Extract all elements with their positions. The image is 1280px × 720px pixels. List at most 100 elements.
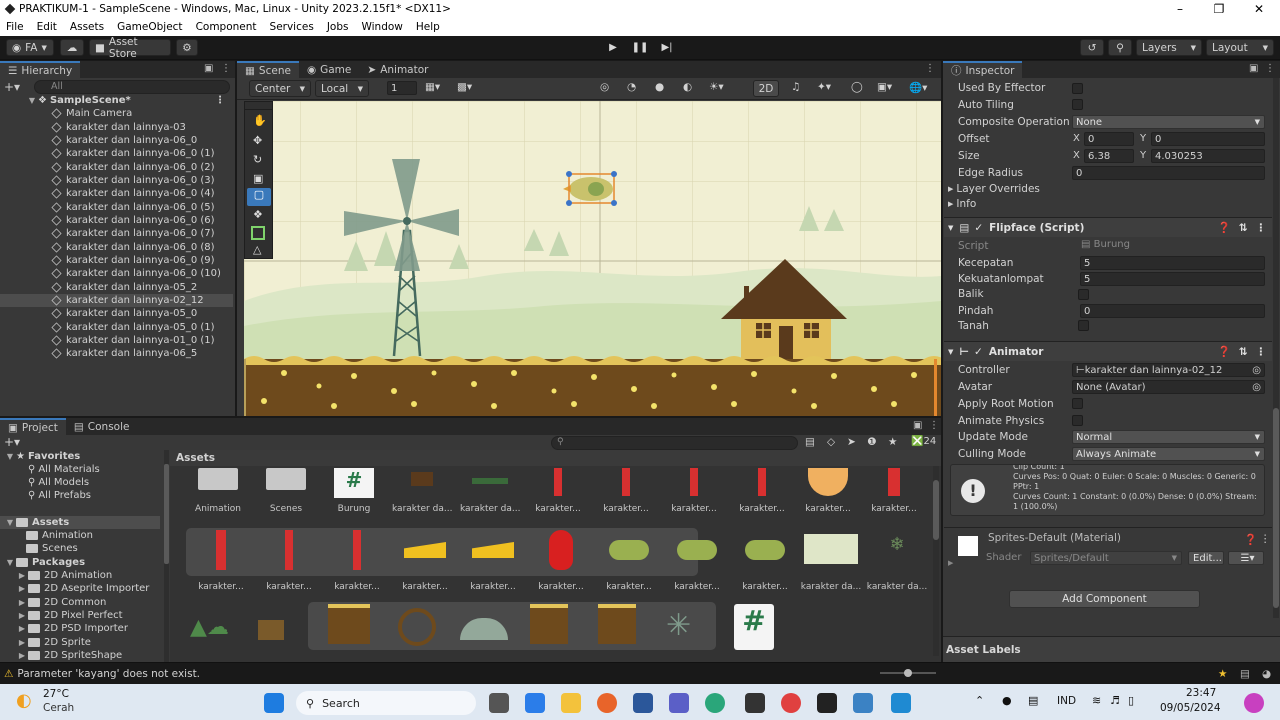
collider-edit-icon[interactable] <box>251 226 265 240</box>
gizmos-icon[interactable]: 🌐▾ <box>909 81 927 94</box>
tab-animator[interactable]: ➤ Animator <box>359 61 436 78</box>
layer-overrides-foldout[interactable]: ▶ Layer Overrides <box>948 181 1040 197</box>
menu-gameobject[interactable]: GameObject <box>111 21 189 33</box>
hierarchy-item[interactable]: karakter dan lainnya-05_0 <box>0 307 233 320</box>
package-item[interactable]: ▶ 2D Sprite <box>16 636 91 649</box>
windmill-thumb[interactable]: ✳ <box>666 608 691 643</box>
version-control-button[interactable]: ⚙ <box>176 39 198 56</box>
hierarchy-item[interactable]: karakter dan lainnya-02_12 <box>0 293 233 308</box>
audio-icon[interactable]: ♫ <box>791 81 800 93</box>
pivot-dropdown[interactable]: Center ▼ <box>249 80 311 97</box>
ground3-thumb[interactable] <box>598 604 636 644</box>
tile-thumb[interactable] <box>258 620 284 640</box>
info-foldout[interactable]: ▶ Info <box>948 196 976 212</box>
hierarchy-item[interactable]: karakter dan lainnya-06_0 (6) <box>0 214 233 227</box>
assets-scenes[interactable]: Scenes <box>26 542 78 555</box>
tanah-checkbox[interactable] <box>1078 320 1089 331</box>
avatar-field[interactable]: None (Avatar) ◎ <box>1072 380 1265 394</box>
auto-tiling-checkbox[interactable] <box>1072 99 1083 110</box>
more-icon[interactable]: ⋮ <box>1256 222 1267 234</box>
lock-icon[interactable]: ▣ <box>204 63 213 74</box>
asset-item[interactable]: karakter... <box>666 530 728 592</box>
shading-icon[interactable]: ◔ <box>627 81 636 93</box>
used-by-effector-checkbox[interactable] <box>1072 83 1083 94</box>
filter-type-icon[interactable]: ▤ <box>805 436 815 448</box>
visibility-icon[interactable]: ◯ <box>851 81 863 93</box>
moon-icon[interactable]: ◐ <box>683 81 692 93</box>
more-icon[interactable]: ⋮ <box>221 63 231 74</box>
root-motion-checkbox[interactable] <box>1072 398 1083 409</box>
hierarchy-search-input[interactable]: All <box>34 80 230 94</box>
taskbar-search[interactable]: ⚲ Search <box>296 691 476 715</box>
tag-icon[interactable]: ➤ <box>847 436 856 448</box>
volume-icon[interactable]: ♬ <box>1110 694 1120 707</box>
package-item[interactable]: ▶ 2D Common <box>16 596 106 609</box>
task-view-icon[interactable] <box>489 693 509 713</box>
package-item[interactable]: ▶ 2D PSD Importer <box>16 622 128 635</box>
keyboard-icon[interactable]: ▤ <box>1028 694 1038 707</box>
assets-animation[interactable]: Animation <box>26 529 93 542</box>
hierarchy-item[interactable]: karakter dan lainnya-06_0 (1) <box>0 147 233 160</box>
clock-time[interactable]: 23:47 <box>1186 687 1216 699</box>
firefox-icon[interactable] <box>597 693 617 713</box>
pindah-field[interactable]: 0 <box>1080 304 1265 318</box>
scale-tool-icon[interactable]: ▣ <box>253 172 263 185</box>
light-icon[interactable]: ☀▾ <box>709 81 724 93</box>
mail-icon[interactable] <box>525 693 545 713</box>
asset-labels-bar[interactable]: Asset Labels <box>943 636 1280 662</box>
project-search-input[interactable]: ⚲ <box>551 436 798 450</box>
lock-icon[interactable]: ▣ <box>1249 63 1258 74</box>
menu-jobs[interactable]: Jobs <box>321 21 356 33</box>
asset-item[interactable]: karakter... <box>528 468 588 514</box>
assets-scrollbar[interactable] <box>933 466 939 656</box>
info-icon[interactable]: ❶ <box>867 436 876 448</box>
create-asset-button[interactable]: +▾ <box>4 435 20 449</box>
word-icon[interactable] <box>633 693 653 713</box>
asset-item[interactable]: karakter da... <box>392 468 452 514</box>
menu-file[interactable]: File <box>0 21 31 33</box>
network-icon[interactable]: ▤ <box>1240 668 1250 680</box>
battery-icon[interactable]: ▯ <box>1128 694 1134 707</box>
menu-component[interactable]: Component <box>190 21 264 33</box>
more-icon[interactable]: ⋮ <box>1256 346 1267 358</box>
chrome-icon[interactable] <box>781 693 801 713</box>
layout-dropdown[interactable]: Layout ▼ <box>1206 39 1274 56</box>
help-icon[interactable]: ❓ <box>1218 221 1231 234</box>
hierarchy-item[interactable]: karakter dan lainnya-03 <box>0 120 233 133</box>
hierarchy-item[interactable]: karakter dan lainnya-05_2 <box>0 281 233 294</box>
zoom-slider[interactable] <box>880 669 936 677</box>
asset-item[interactable]: Scenes <box>256 468 316 514</box>
wheel-thumb[interactable] <box>398 608 436 646</box>
composite-dropdown[interactable]: None ▼ <box>1072 115 1265 129</box>
shader-dropdown[interactable]: Sprites/Default ▼ <box>1030 551 1182 565</box>
cloud-button[interactable]: ☁ <box>60 39 84 56</box>
asset-item[interactable]: ❄ karakter da... <box>866 530 928 592</box>
hierarchy-item[interactable]: karakter dan lainnya-06_0 (2) <box>0 160 233 173</box>
move-tool-icon[interactable]: ✥ <box>253 134 262 147</box>
rect-tool-icon[interactable]: ▢ <box>247 188 271 206</box>
search-button[interactable]: ⚲ <box>1108 39 1132 56</box>
start-icon[interactable] <box>264 693 284 713</box>
asset-item[interactable]: karakter... <box>734 530 796 592</box>
component-enabled-checkbox[interactable]: ✓ <box>974 222 983 234</box>
asset-item[interactable]: karakter... <box>394 530 456 592</box>
kekuatanlompat-field[interactable]: 5 <box>1080 272 1265 286</box>
asset-item[interactable]: karakter... <box>732 468 792 514</box>
hierarchy-item[interactable]: karakter dan lainnya-06_0 (9) <box>0 254 233 267</box>
minimize-button[interactable]: – <box>1160 0 1200 18</box>
maximize-button[interactable]: ❐ <box>1199 0 1239 18</box>
hierarchy-item[interactable]: karakter dan lainnya-01_0 (1) <box>0 334 233 347</box>
kecepatan-field[interactable]: 5 <box>1080 256 1265 270</box>
help-icon[interactable]: ❓ <box>1218 345 1231 358</box>
step-button[interactable]: ▶| <box>654 39 680 56</box>
account-button[interactable]: ◉ FA ▼ <box>6 39 54 56</box>
object-picker-icon[interactable]: ◎ <box>1252 365 1261 376</box>
add-object-button[interactable]: +▾ <box>4 80 20 94</box>
asset-item[interactable]: karakter... <box>598 530 660 592</box>
edge-radius-field[interactable]: 0 <box>1072 166 1265 180</box>
more-icon[interactable]: ⋮ <box>929 420 939 431</box>
asset-item[interactable]: karakter... <box>190 530 252 592</box>
favorites-node[interactable]: ▼ ★ Favorites <box>4 450 80 463</box>
hand-tool-icon[interactable]: ✋ <box>253 114 267 127</box>
chevron-up-icon[interactable]: ⌃ <box>975 694 984 707</box>
